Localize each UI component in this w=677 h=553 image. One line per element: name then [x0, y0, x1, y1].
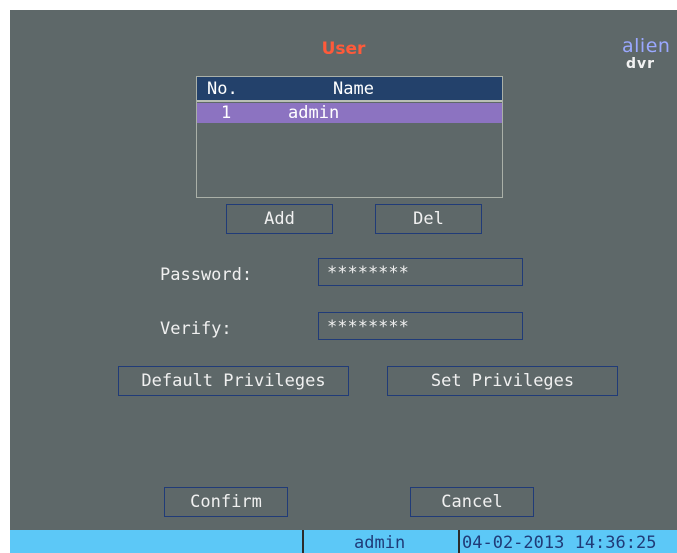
user-dialog: User alien dvr No. Name 1 admin Add Del …	[10, 10, 677, 553]
user-row-number: 1	[221, 103, 232, 123]
user-row-name: admin	[288, 103, 340, 123]
status-current-user: admin	[354, 533, 406, 553]
password-field[interactable]: ********	[318, 258, 523, 286]
user-list[interactable]: No. Name 1 admin	[196, 76, 503, 198]
password-label: Password:	[160, 265, 253, 285]
verify-password-field[interactable]: ********	[318, 312, 523, 340]
status-divider	[458, 530, 460, 553]
default-privileges-button[interactable]: Default Privileges	[118, 366, 349, 396]
status-divider	[302, 530, 304, 553]
cancel-button[interactable]: Cancel	[410, 487, 534, 517]
dvr-screen: User alien dvr No. Name 1 admin Add Del …	[0, 0, 677, 553]
delete-button[interactable]: Del	[375, 204, 482, 234]
logo-text-alien: alien	[622, 35, 671, 57]
confirm-button[interactable]: Confirm	[164, 487, 288, 517]
user-list-row[interactable]: 1 admin	[197, 103, 502, 123]
verify-label: Verify:	[160, 319, 232, 339]
set-privileges-button[interactable]: Set Privileges	[387, 366, 618, 396]
column-header-no: No.	[207, 79, 238, 99]
dialog-title: User	[321, 39, 366, 59]
status-datetime: 04-02-2013 14:36:25	[462, 533, 657, 553]
logo-text-dvr: dvr	[626, 56, 656, 72]
alien-dvr-logo: alien dvr	[622, 35, 677, 75]
add-button[interactable]: Add	[226, 204, 333, 234]
status-bar: admin 04-02-2013 14:36:25	[10, 530, 677, 553]
column-header-name: Name	[333, 79, 374, 99]
user-list-header: No. Name	[197, 77, 502, 102]
